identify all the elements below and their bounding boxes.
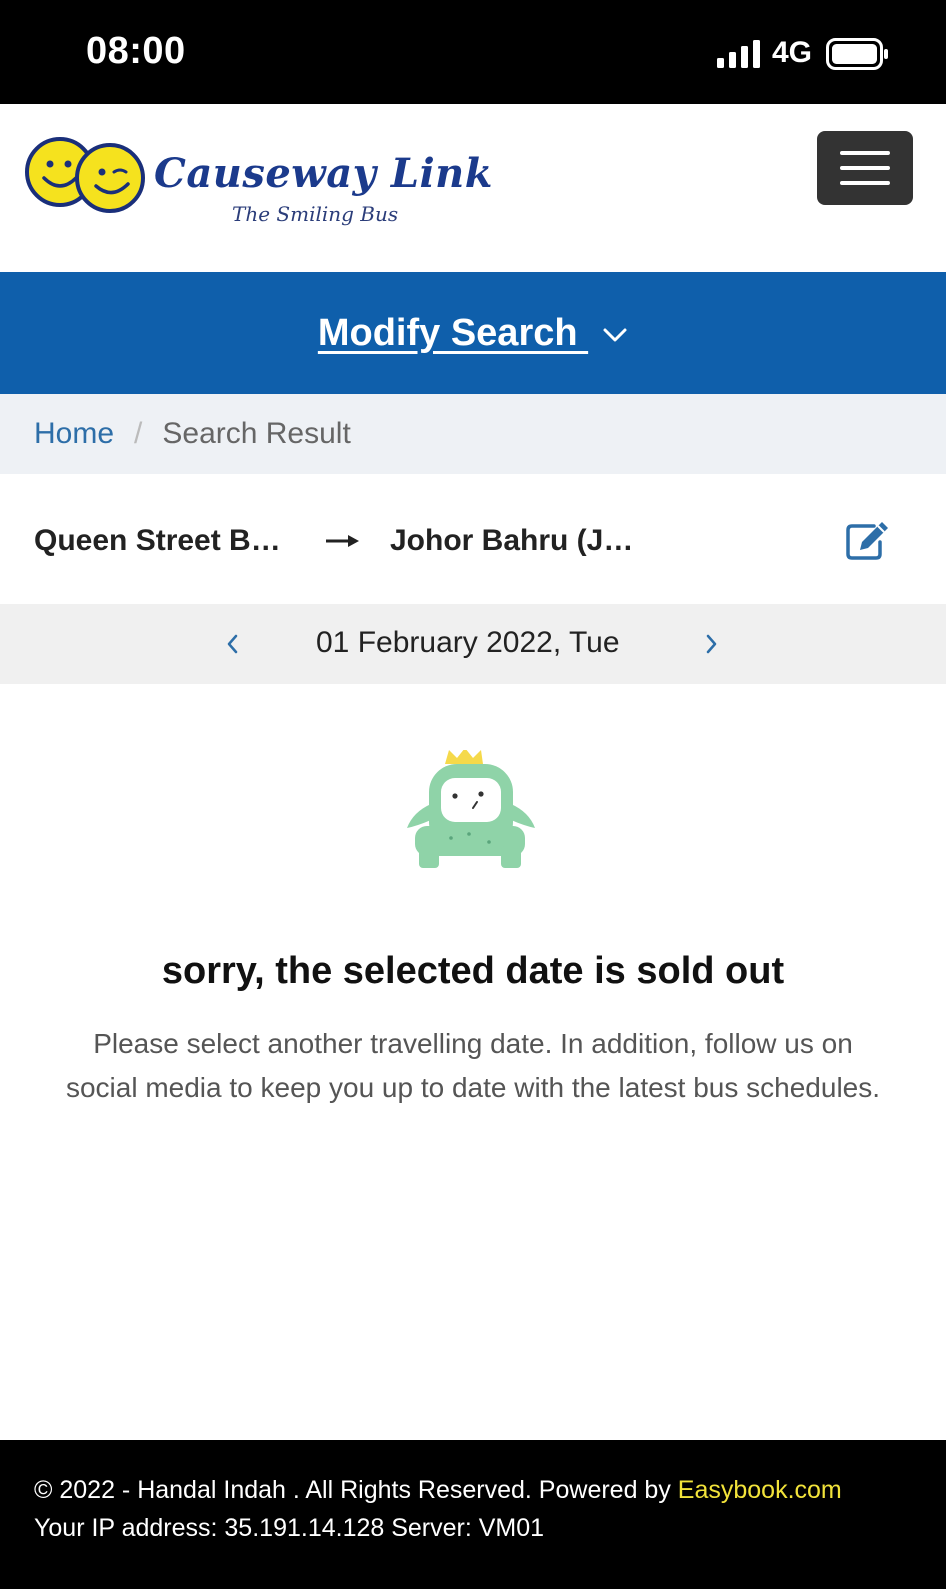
breadcrumb-current: Search Result xyxy=(162,417,351,450)
modify-search-link[interactable]: Modify Search xyxy=(318,312,588,355)
breadcrumb-separator: / xyxy=(134,417,143,450)
hamburger-icon-line xyxy=(840,166,890,170)
breadcrumb-home-link[interactable]: Home xyxy=(34,417,114,451)
sold-out-title: sorry, the selected date is sold out xyxy=(161,950,785,992)
chevron-down-icon[interactable] xyxy=(602,326,628,344)
brand-name: Causeway Link xyxy=(154,150,493,197)
arrow-right-icon xyxy=(326,535,359,547)
footer-copyright: © 2022 - Handal Indah . All Rights Reser… xyxy=(34,1476,678,1504)
hamburger-icon-line xyxy=(840,181,890,185)
smiley-faces-icon xyxy=(25,137,145,213)
breadcrumb: Home / Search Result xyxy=(0,394,946,474)
route-origin: Queen Street B… xyxy=(34,524,281,557)
footer-ip-info: Your IP address: 35.191.14.128 Server: V… xyxy=(34,1514,545,1542)
sold-out-description: Please select another travelling date. I… xyxy=(65,1028,881,1103)
menu-button[interactable] xyxy=(817,131,913,205)
site-footer: © 2022 - Handal Indah . All Rights Reser… xyxy=(0,1440,946,1589)
date-navigator: 01 February 2022, Tue xyxy=(0,604,946,684)
status-bar: 08:00 4G xyxy=(0,0,946,104)
causeway-link-logo[interactable]: Causeway Link The Smiling Bus xyxy=(24,130,492,250)
chevron-right-icon[interactable] xyxy=(704,630,720,658)
site-header: Causeway Link The Smiling Bus xyxy=(0,104,946,272)
network-type: 4G xyxy=(772,36,813,69)
signal-icon xyxy=(717,40,760,68)
selected-date: 01 February 2022, Tue xyxy=(316,626,620,659)
hamburger-icon-line xyxy=(840,151,890,155)
edit-icon[interactable] xyxy=(844,518,892,562)
battery-icon xyxy=(826,38,888,70)
modify-search-bar: Modify Search xyxy=(0,272,946,394)
route-summary: Queen Street B… Johor Bahru (J… xyxy=(0,474,946,604)
route-destination: Johor Bahru (J… xyxy=(390,524,634,557)
chevron-left-icon[interactable] xyxy=(224,630,240,658)
mascot-illustration xyxy=(407,750,535,868)
easybook-link[interactable]: Easybook.com xyxy=(678,1476,842,1504)
footer-copyright-line: © 2022 - Handal Indah . All Rights Reser… xyxy=(34,1476,842,1505)
status-time: 08:00 xyxy=(86,30,186,72)
brand-tagline: The Smiling Bus xyxy=(232,202,399,226)
